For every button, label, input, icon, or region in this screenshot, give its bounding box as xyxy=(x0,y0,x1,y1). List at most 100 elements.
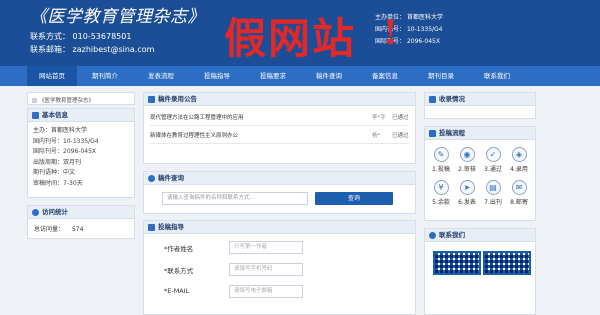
flow-step-label: 7.出刊 xyxy=(484,199,502,206)
book-icon: ▤ xyxy=(485,180,501,195)
layers-icon: ◈ xyxy=(511,147,527,162)
basic-info-key: 主办： xyxy=(33,127,52,134)
nav-item-home[interactable]: 网站首页 xyxy=(27,66,77,86)
nav-item-record-info[interactable]: 备案信息 xyxy=(357,66,413,86)
form-field-input[interactable]: 请填写电子邮箱 xyxy=(229,285,303,298)
flow-step: ✉ 8.邮寄 xyxy=(509,180,529,206)
fake-site-overlay: 假网站 xyxy=(224,14,357,63)
flow-step-label: 4.录用 xyxy=(510,166,528,173)
query-title: 稿件查询 xyxy=(158,173,184,182)
nav-item-manuscript-query[interactable]: 稿件查询 xyxy=(301,66,357,86)
flow-step-label: 5.余款 xyxy=(432,199,450,206)
site-title: 《医学教育管理杂志》 xyxy=(30,7,205,27)
collect-header: 收录情况 xyxy=(425,93,535,106)
phone-label: 联系方式： xyxy=(30,32,70,41)
query-input[interactable]: 请输入查询稿件的名称和联系方式... xyxy=(162,192,308,205)
basic-info-value: 2096-045X xyxy=(63,148,97,155)
notice-header: 稿件录用公告 xyxy=(144,93,415,106)
basic-info-panel: 基本信息 主办：首都医科大学 国内刊号：10-1335/G4 国际刊号：2096-0… xyxy=(27,108,135,198)
basic-info-key: 审稿时间： xyxy=(33,179,64,187)
flow-step: ✓ 3.通过 xyxy=(483,147,503,173)
qr-code-image-2 xyxy=(483,251,531,275)
guide-title: 投稿指导 xyxy=(158,222,184,231)
query-button[interactable]: 查询 xyxy=(315,192,393,205)
qr-code-image xyxy=(433,251,481,275)
guide-header: 投稿指导 xyxy=(144,221,415,234)
contact-title: 联系我们 xyxy=(439,230,465,239)
fee-icon: ¥ xyxy=(433,180,449,195)
pencil-icon: ✎ xyxy=(433,147,449,162)
form-field-input[interactable]: 请填写手机号码 xyxy=(229,263,303,276)
basic-info-key: 国内刊号： xyxy=(33,137,64,145)
site-header: 《医学教育管理杂志》 联系方式： 010-53678501 联系邮箱： zazh… xyxy=(0,0,600,66)
flow-step-label: 8.邮寄 xyxy=(510,199,528,206)
notice-item-author: 杨* xyxy=(372,133,381,139)
flow-step: ¥5.余款 xyxy=(431,180,451,206)
nav-item-contact-us[interactable]: 联系我们 xyxy=(469,66,525,86)
form-field-input[interactable]: 只写第一作者 xyxy=(229,241,303,254)
form-field-label: *作者姓名 xyxy=(164,245,194,253)
notice-divider xyxy=(150,143,409,144)
notice-item-status: 已通过 xyxy=(392,115,409,121)
form-field-label: *联系方式 xyxy=(164,267,194,275)
notice-row[interactable]: 现代管理方法在公路工程管理中的应用 李*字 已通过 xyxy=(150,113,409,125)
chart-icon xyxy=(32,208,39,216)
email-label: 联系邮箱： xyxy=(30,45,70,54)
query-header: 稿件查询 xyxy=(144,172,415,185)
notice-divider xyxy=(150,125,409,126)
flow-step-label: 1.投稿 xyxy=(432,166,450,173)
notice-item-author: 李*字 xyxy=(372,115,386,121)
basic-info-row: 主办：首都医科大学 xyxy=(33,126,129,137)
flow-step-label: 3.通过 xyxy=(484,166,502,173)
basic-info-value: 10-1335/G4 xyxy=(63,137,99,145)
flow-step-label: 6.发表 xyxy=(458,199,476,206)
guide-panel: 投稿指导 *作者姓名 只写第一作者 *联系方式 请填写手机号码 *E-MAIL 请填写电子… xyxy=(143,220,416,315)
notice-item-title[interactable]: 现代管理方法在公路工程管理中的应用 xyxy=(150,113,244,121)
notice-item-title[interactable]: 新媒体在教育过程理性主义原则办公 xyxy=(150,131,238,139)
flow-step: ✎ 1.投稿 xyxy=(431,147,451,173)
notice-title: 稿件录用公告 xyxy=(158,94,197,103)
logo-panel: 《医学教育管理杂志》 xyxy=(27,92,135,105)
basic-info-value: 双月刊 xyxy=(63,158,82,166)
nav-item-submit-guide[interactable]: 投稿指导 xyxy=(189,66,245,86)
contact-header: 联系我们 xyxy=(425,229,535,242)
flow-header: 投稿流程 xyxy=(425,127,535,140)
image-icon xyxy=(32,98,37,103)
email-value: zazhibest@sina.com xyxy=(72,45,155,54)
basic-info-value: 7-30天 xyxy=(63,179,83,187)
query-panel: 稿件查询 请输入查询稿件的名称和联系方式... 查询 xyxy=(143,171,416,214)
flow-step-label: 2.审核 xyxy=(458,166,476,173)
flow-step: ▤ 7.出刊 xyxy=(483,180,503,206)
basic-info-key: 期刊语种： xyxy=(33,169,64,176)
nav-item-submit-requirements[interactable]: 投稿要求 xyxy=(245,66,301,86)
logo-alt-text: 《医学教育管理杂志》 xyxy=(39,98,95,104)
notice-row[interactable]: 新媒体在教育过程理性主义原则办公 杨* 已通过 xyxy=(150,131,409,143)
basic-info-list: 主办：首都医科大学 国内刊号：10-1335/G4 国际刊号：2096-045X 出版… xyxy=(28,122,134,193)
nav-item-intro[interactable]: 期刊简介 xyxy=(77,66,133,86)
stats-title: 访问统计 xyxy=(42,207,68,216)
nav-item-publish-process[interactable]: 发表流程 xyxy=(133,66,189,86)
basic-info-row: 审稿时间：7-30天 xyxy=(33,179,129,190)
collect-title: 收录情况 xyxy=(439,94,465,103)
check-list-icon xyxy=(429,95,436,103)
basic-info-row: 出版周期：双月刊 xyxy=(33,158,129,169)
stats-panel: 访问统计 总访问量： 574 xyxy=(27,205,135,239)
flow-step: ◈ 4.录用 xyxy=(509,147,529,173)
form-field-label: *E-MAIL xyxy=(164,287,190,295)
flow-icon xyxy=(429,129,436,137)
flow-step: ◉ 2.审核 xyxy=(457,147,477,173)
notice-icon xyxy=(148,95,155,103)
contact-icon xyxy=(429,231,436,239)
basic-info-key: 国际刊号： xyxy=(33,148,64,155)
check-icon: ✓ xyxy=(485,147,501,162)
eye-icon: ◉ xyxy=(459,147,475,162)
basic-info-title: 基本信息 xyxy=(42,110,68,119)
cn-value: 10-1335/G4 xyxy=(406,26,443,33)
sponsor-value: 首都医科大学 xyxy=(406,14,443,21)
fake-site-exclamation: ! xyxy=(383,13,398,53)
edit-icon xyxy=(148,223,155,231)
issn-value: 2096-045X xyxy=(406,38,440,45)
nav-item-journal-catalog[interactable]: 期刊目录 xyxy=(413,66,469,86)
flow-step: ➤ 6.发表 xyxy=(457,180,477,206)
phone-line: 联系方式： 010-53678501 xyxy=(30,31,131,42)
